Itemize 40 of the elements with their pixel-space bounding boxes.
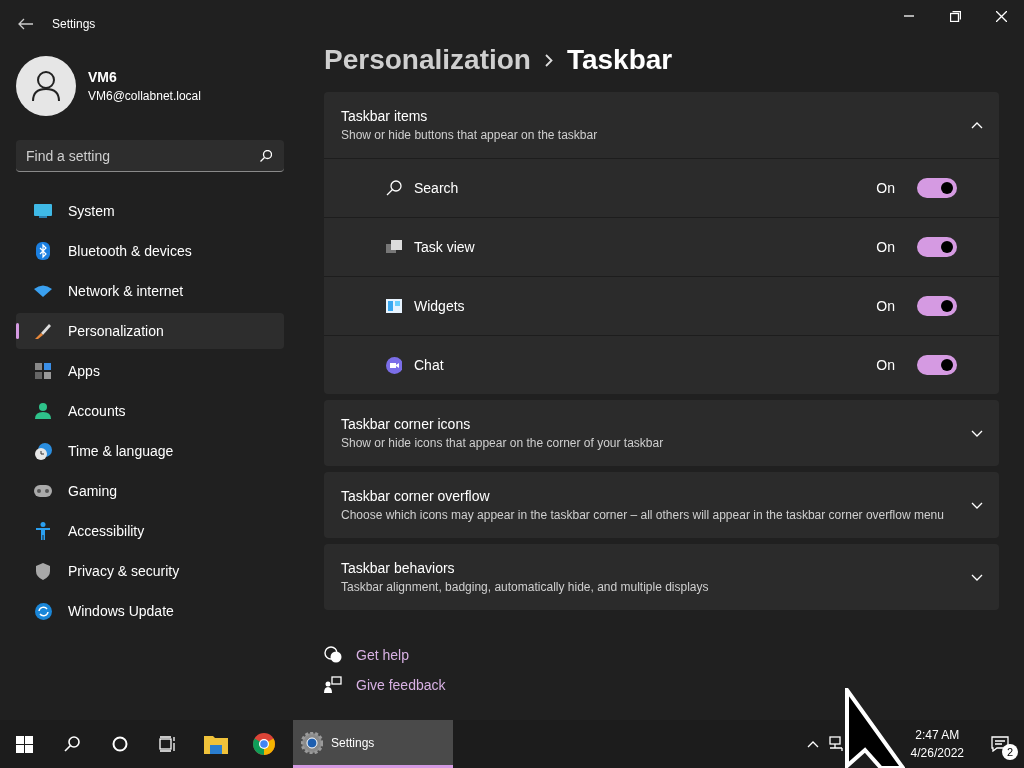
card-description: Taskbar alignment, badging, automatically hide, and multiple displays <box>341 580 710 594</box>
page-title: Taskbar <box>566 44 673 76</box>
nav-item[interactable]: Personalization <box>16 313 284 349</box>
nav-item[interactable]: Gaming <box>16 473 284 509</box>
notifications-button[interactable]: 2 <box>976 720 1024 768</box>
setting-label: Task view <box>414 239 476 255</box>
setting-label: Search <box>414 180 460 196</box>
window-title: Settings <box>52 17 96 31</box>
nav-item[interactable]: Privacy & security <box>16 553 284 589</box>
clock-date: 4/26/2022 <box>910 746 964 760</box>
card-title: Taskbar behaviors <box>341 560 456 576</box>
toggle-state: On <box>876 357 895 373</box>
user-email: VM6@collabnet.local <box>88 89 201 103</box>
user-name: VM6 <box>88 69 118 85</box>
clock-time: 2:47 AM <box>915 728 960 742</box>
card-description: Choose which icons may appear in the taskbar corner – all others will appear in the taskbar corner overflow menu <box>341 508 945 522</box>
taskbar-app-button[interactable]: Settings <box>293 720 453 768</box>
breadcrumb-parent[interactable]: Personalization <box>324 44 531 76</box>
help-link[interactable]: Give feedback <box>356 676 446 693</box>
card-description: Show or hide buttons that appear on the taskbar <box>341 128 599 142</box>
toggle-state: On <box>876 180 895 196</box>
nav-item[interactable]: Bluetooth & devices <box>16 233 284 269</box>
nav-item[interactable]: Accessibility <box>16 513 284 549</box>
card-title: Taskbar corner icons <box>341 416 472 432</box>
nav-item[interactable]: Time & language <box>16 433 284 469</box>
nav-item[interactable]: Accounts <box>16 393 284 429</box>
nav-item[interactable]: Apps <box>16 353 284 389</box>
card-title: Taskbar corner overflow <box>341 488 491 504</box>
toggle-state: On <box>876 239 895 255</box>
setting-label: Widgets <box>414 298 466 314</box>
notification-count: 2 <box>1002 744 1018 760</box>
nav-item[interactable]: Windows Update <box>16 593 284 629</box>
help-link[interactable]: Get help <box>356 646 409 663</box>
card-title: Taskbar items <box>341 108 429 124</box>
nav-item[interactable]: System <box>16 193 284 229</box>
nav-item[interactable]: Network & internet <box>16 273 284 309</box>
search-field[interactable]: Find a setting <box>16 140 284 172</box>
card-description: Show or hide icons that appear on the corner of your taskbar <box>341 436 665 450</box>
toggle-state: On <box>876 298 895 314</box>
setting-label: Chat <box>414 357 445 373</box>
